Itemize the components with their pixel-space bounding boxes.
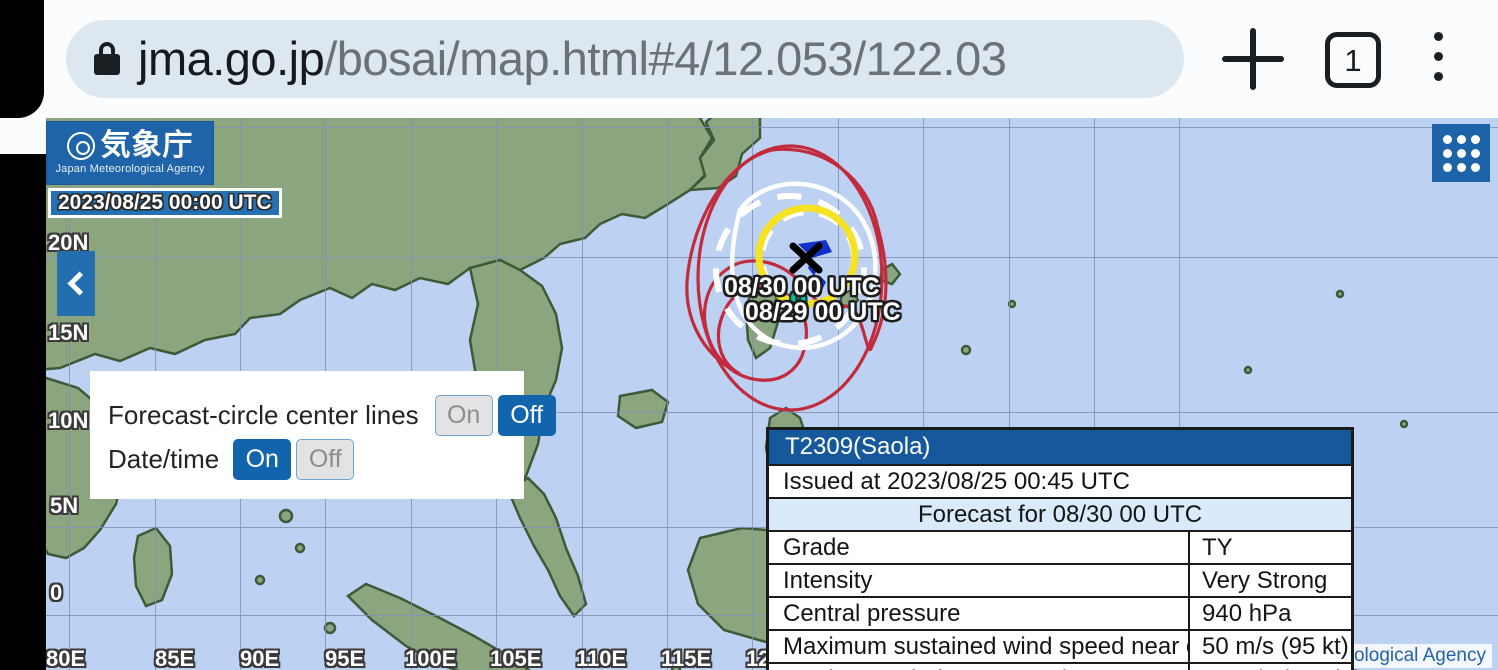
typhoon-info-panel: T2309(Saola) Issued at 2023/08/25 00:45 … <box>766 427 1362 670</box>
info-value-max-gust: 70 m/s (135 kt) <box>1190 664 1362 670</box>
address-bar[interactable]: jma.go.jp/bosai/map.html#4/12.053/122.03 <box>66 20 1184 98</box>
table-row: Maximum wind gust speed 70 m/s (135 kt) <box>769 662 1362 670</box>
screen-corner-mask <box>0 0 44 118</box>
setting-row-forecast-circle-center-lines: Forecast-circle center lines On Off <box>90 393 556 437</box>
info-key-max-gust: Maximum wind gust speed <box>769 664 1190 670</box>
map-canvas[interactable]: 20N 15N 10N 5N 0 80E 85E 90E 95E 100E 10… <box>0 118 1498 670</box>
jma-logo-english: Japan Meteorological Agency <box>55 163 205 175</box>
browser-toolbar: jma.go.jp/bosai/map.html#4/12.053/122.03… <box>0 0 1498 118</box>
info-key-max-sustained-wind: Maximum sustained wind speed near center <box>769 631 1190 662</box>
table-row: Intensity Very Strong <box>769 563 1351 596</box>
url-host: jma.go.jp <box>138 32 325 85</box>
typhoon-info-issued: Issued at 2023/08/25 00:45 UTC <box>769 464 1351 497</box>
tab-count-label: 1 <box>1344 42 1362 78</box>
typhoon-info-title: T2309(Saola) <box>769 430 1351 464</box>
setting-label-date-time: Date/time <box>108 443 220 474</box>
setting-row-date-time: Date/time On Off <box>90 437 524 481</box>
info-value-max-sustained-wind: 50 m/s (95 kt) <box>1202 632 1349 660</box>
browser-menu-button[interactable] <box>1425 32 1451 90</box>
track-label-1: 08/29 00 UTC <box>745 298 901 326</box>
screen-root: jma.go.jp/bosai/map.html#4/12.053/122.03… <box>0 0 1498 670</box>
table-row: Grade TY <box>769 530 1351 563</box>
jma-logo: 気象庁 Japan Meteorological Agency <box>47 122 213 184</box>
map-timestamp-badge: 2023/08/25 00:00 UTC <box>48 188 282 218</box>
table-row: Maximum sustained wind speed near center… <box>769 629 1351 662</box>
tab-counter-button[interactable]: 1 <box>1325 32 1381 88</box>
date-time-off-button[interactable]: Off <box>296 438 355 480</box>
setting-label-forecast-circle-center-lines: Forecast-circle center lines <box>108 399 419 430</box>
info-key-grade: Grade <box>769 532 1190 563</box>
info-value-grade: TY <box>1202 533 1233 561</box>
forecast-circle-center-lines-on-button[interactable]: On <box>434 394 493 436</box>
date-time-on-button[interactable]: On <box>233 438 292 480</box>
new-tab-button[interactable] <box>1222 28 1284 90</box>
table-row: Central pressure 940 hPa <box>769 596 1351 629</box>
toggle-date-time: On Off <box>233 438 355 480</box>
jma-logo-kanji: 気象庁 <box>100 128 194 163</box>
panel-collapse-button[interactable] <box>57 251 95 316</box>
grid-apps-icon[interactable] <box>1432 124 1490 182</box>
info-value-intensity: Very Strong <box>1202 566 1328 594</box>
screen-left-bezel <box>0 118 46 670</box>
toggle-forecast-circle-center-lines: On Off <box>434 394 556 436</box>
lock-icon <box>92 40 122 78</box>
info-key-central-pressure: Central pressure <box>769 598 1190 629</box>
map-timestamp-text: 2023/08/25 00:00 UTC <box>58 191 272 214</box>
typhoon-info-forecast-for: Forecast for 08/30 00 UTC <box>769 497 1351 530</box>
forecast-circle-center-lines-off-button[interactable]: Off <box>497 394 556 436</box>
url-path: /bosai/map.html#4/12.053/122.03 <box>324 32 1007 85</box>
map-settings-panel: Forecast-circle center lines On Off Date… <box>90 371 556 499</box>
jma-emblem-icon <box>66 132 95 160</box>
jma-logo-kanji-wrap: 気象庁 <box>66 128 194 163</box>
info-value-central-pressure: 940 hPa <box>1202 599 1292 627</box>
url-text: jma.go.jp/bosai/map.html#4/12.053/122.03 <box>138 32 1007 85</box>
info-key-intensity: Intensity <box>769 565 1190 596</box>
chevron-left-icon <box>66 271 92 296</box>
